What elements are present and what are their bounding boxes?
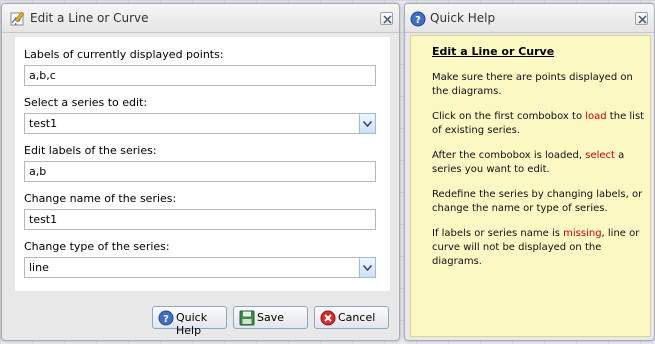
edit-dialog-titlebar[interactable]: Edit a Line or Curve — [2, 4, 399, 33]
select-highlight: select — [585, 150, 615, 161]
change-name-input[interactable]: test1 — [24, 209, 376, 230]
cancel-icon — [320, 310, 336, 326]
cancel-button[interactable]: Cancel — [314, 306, 389, 329]
edit-labels-label: Edit labels of the series: — [24, 144, 157, 157]
close-icon[interactable] — [380, 12, 393, 25]
change-name-label: Change name of the series: — [24, 192, 177, 205]
help-paragraph-3: After the combobox is loaded, select a s… — [432, 150, 625, 175]
help-heading: Edit a Line or Curve — [432, 45, 555, 58]
edit-form: Labels of currently displayed points: a,… — [15, 37, 390, 291]
chevron-down-icon[interactable] — [359, 257, 376, 278]
help-paragraph-1: Make sure there are points displayed on … — [432, 72, 633, 97]
dialog-title: Edit a Line or Curve — [30, 11, 149, 25]
close-icon[interactable] — [635, 12, 648, 25]
missing-highlight: missing — [563, 228, 602, 239]
edit-line-dialog: Edit a Line or Curve Labels of currently… — [1, 3, 400, 341]
help-icon: ? — [158, 310, 174, 326]
load-highlight: load — [585, 111, 607, 122]
save-icon — [239, 310, 255, 326]
labels-current-label: Labels of currently displayed points: — [24, 48, 224, 61]
save-button[interactable]: Save — [233, 306, 308, 329]
svg-text:?: ? — [163, 314, 169, 325]
cancel-label: Cancel — [338, 311, 376, 324]
quick-help-label: Quick Help — [176, 311, 208, 337]
change-type-combobox[interactable]: line — [24, 257, 376, 278]
quick-help-button[interactable]: ? Quick Help — [152, 306, 227, 337]
pencil-chart-icon — [10, 11, 26, 27]
select-series-label: Select a series to edit: — [24, 96, 148, 109]
help-paragraph-4: Redefine the series by changing labels, … — [432, 189, 643, 214]
select-series-combobox[interactable]: test1 — [24, 113, 376, 134]
change-type-label: Change type of the series: — [24, 240, 170, 253]
change-type-value: line — [29, 261, 49, 274]
help-icon: ? — [410, 11, 426, 27]
help-title: Quick Help — [430, 11, 496, 25]
help-paragraph-2: Click on the first combobox to load the … — [432, 111, 645, 136]
help-paragraph-5: If labels or series name is missing, lin… — [432, 228, 640, 267]
help-dialog-titlebar[interactable]: ? Quick Help — [405, 4, 654, 33]
quick-help-dialog: ? Quick Help Edit a Line or Curve Make s… — [404, 3, 655, 341]
labels-current-input[interactable]: a,b,c — [24, 65, 376, 86]
save-label: Save — [257, 311, 285, 324]
svg-text:?: ? — [415, 15, 421, 26]
chevron-down-icon[interactable] — [359, 113, 376, 134]
help-content: Edit a Line or Curve Make sure there are… — [410, 35, 651, 337]
select-series-value: test1 — [29, 117, 58, 130]
edit-labels-input[interactable]: a,b — [24, 161, 376, 182]
